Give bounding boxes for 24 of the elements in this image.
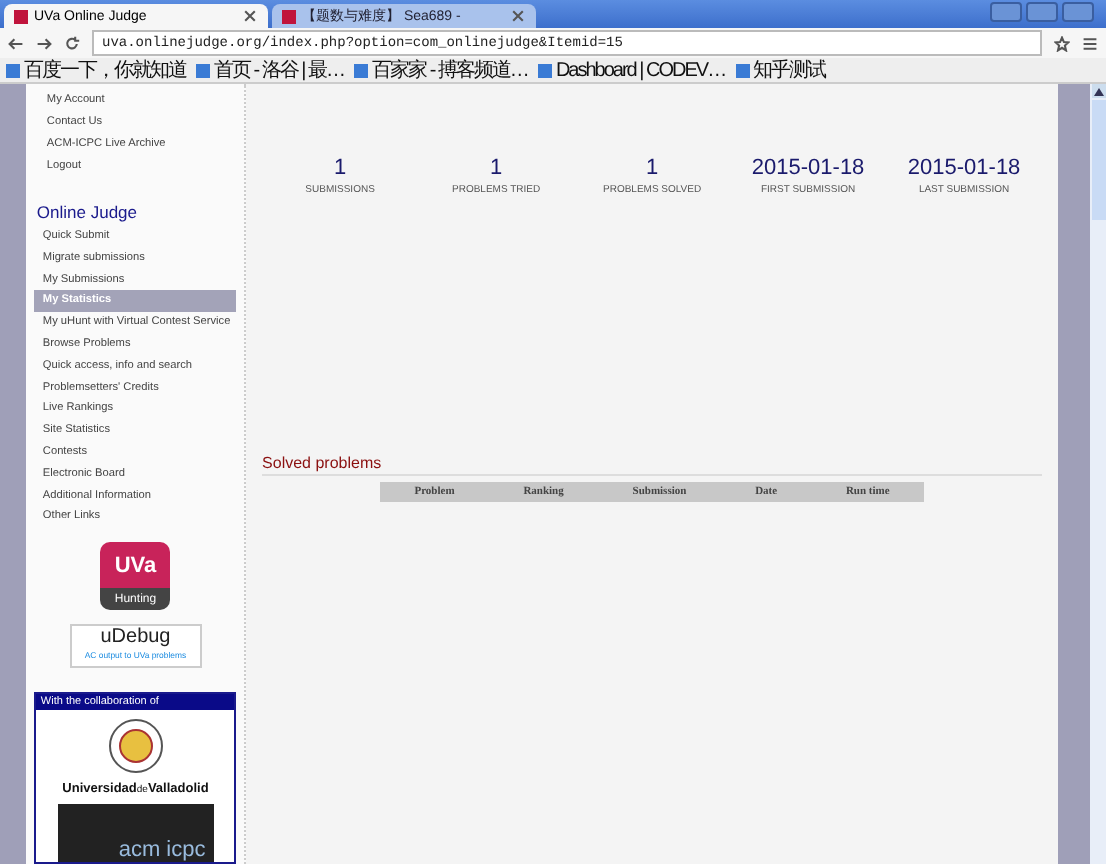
- reload-icon[interactable]: [64, 35, 80, 51]
- stat-value: 1: [489, 156, 503, 180]
- menu-icon[interactable]: [1082, 35, 1098, 51]
- favicon-icon: [282, 9, 296, 23]
- close-icon[interactable]: [510, 8, 526, 24]
- back-icon[interactable]: [8, 35, 24, 51]
- stat-value: 1: [333, 156, 347, 180]
- acm-icpc-logo: acm icpc: [57, 804, 214, 862]
- scrollbar[interactable]: [1090, 84, 1106, 864]
- bookmark-link[interactable]: Dashboard | CODEV…: [537, 59, 726, 81]
- section-title: Online Judge: [36, 202, 140, 222]
- star-icon[interactable]: [1054, 35, 1070, 51]
- section-heading: Solved problems: [262, 454, 1043, 476]
- forward-icon[interactable]: [36, 35, 52, 51]
- favicon-icon: [14, 9, 28, 23]
- bookmark-link[interactable]: 百度一下，你就知道: [6, 58, 186, 82]
- stat-value: 1: [645, 156, 659, 180]
- stat-value: 2015-01-18: [907, 156, 1021, 180]
- university-seal-icon: [105, 716, 166, 777]
- bookmark-link[interactable]: 首页 - 洛谷 | 最…: [196, 58, 345, 82]
- close-icon[interactable]: [242, 8, 258, 24]
- bookmark-link[interactable]: 知乎测试: [735, 58, 826, 82]
- bookmark-link[interactable]: 百家家 - 搏客频道…: [354, 58, 528, 82]
- stat-value: 2015-01-18: [751, 156, 865, 180]
